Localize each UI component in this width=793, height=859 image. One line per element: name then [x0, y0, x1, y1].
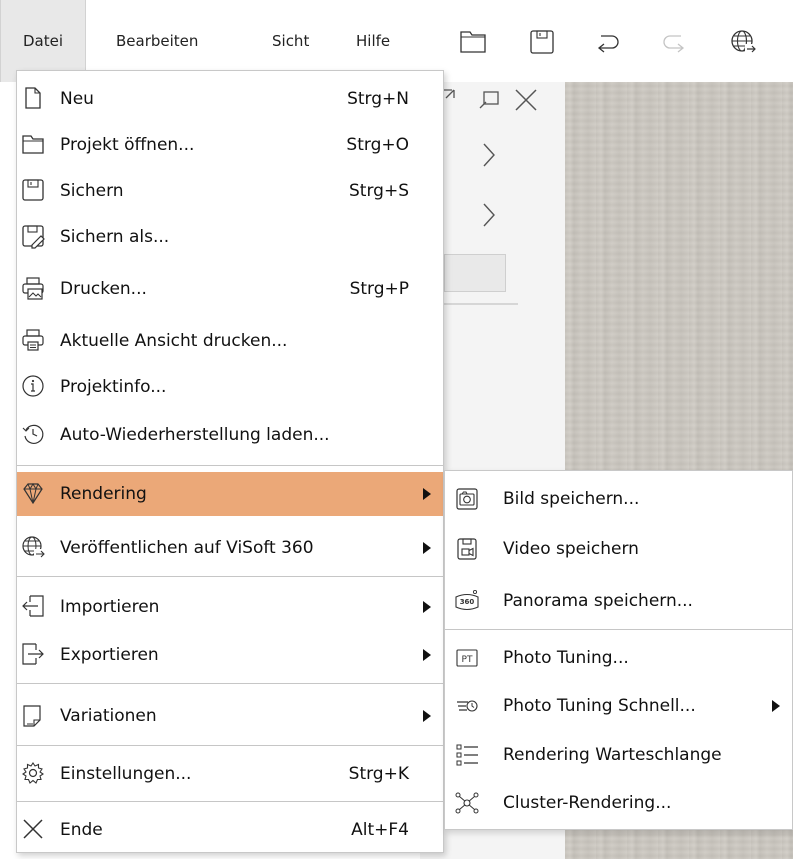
new-document-icon — [19, 84, 47, 112]
menu-item-sichern[interactable]: Sichern Strg+S — [17, 169, 443, 213]
submenu-arrow-icon — [423, 601, 431, 613]
menu-item-variationen[interactable]: Variationen — [17, 694, 443, 738]
menu-item-projektinfo[interactable]: Projektinfo... — [17, 365, 443, 409]
background-field — [444, 254, 506, 292]
submenu-item-panorama-speichern[interactable]: 360 Panorama speichern... — [445, 579, 792, 623]
quick-tuning-icon — [453, 692, 481, 720]
menu-item-aktuelle-ansicht-drucken[interactable]: Aktuelle Ansicht drucken... — [17, 319, 443, 363]
redo-icon[interactable] — [660, 27, 690, 57]
menu-item-rendering[interactable]: Rendering — [17, 472, 443, 516]
menu-item-label: Neu — [60, 89, 94, 109]
menu-item-label: Aktuelle Ansicht drucken... — [60, 331, 288, 351]
file-menu: Neu Strg+N Projekt öffnen... Strg+O Sich… — [16, 70, 444, 853]
open-folder-icon[interactable] — [458, 27, 488, 57]
menu-item-sichern-als[interactable]: Sichern als... — [17, 215, 443, 259]
menu-item-label: Auto-Wiederherstellung laden... — [60, 425, 330, 445]
menu-item-projekt-oeffnen[interactable]: Projekt öffnen... Strg+O — [17, 123, 443, 167]
camera-icon — [453, 485, 481, 513]
submenu-item-label: Video speichern — [503, 539, 639, 559]
globe-share-icon[interactable] — [728, 27, 758, 57]
menu-item-label: Sichern — [60, 181, 124, 201]
undo-icon[interactable] — [592, 27, 622, 57]
menu-item-label: Einstellungen... — [60, 764, 192, 784]
submenu-item-label: Rendering Warteschlange — [503, 745, 722, 765]
menu-item-shortcut: Strg+K — [348, 764, 409, 784]
menu-separator — [17, 745, 443, 746]
menu-item-importieren[interactable]: Importieren — [17, 585, 443, 629]
menu-item-veroeffentlichen[interactable]: Veröffentlichen auf ViSoft 360 — [17, 526, 443, 570]
svg-text:PT: PT — [462, 655, 473, 665]
submenu-arrow-icon — [772, 700, 780, 712]
menu-separator — [17, 576, 443, 577]
menu-item-shortcut: Strg+O — [346, 135, 409, 155]
submenu-item-label: Cluster-Rendering... — [503, 793, 672, 813]
submenu-item-photo-tuning-schnell[interactable]: Photo Tuning Schnell... — [445, 684, 792, 728]
submenu-item-cluster-rendering[interactable]: Cluster-Rendering... — [445, 781, 792, 825]
menu-item-label: Ende — [60, 820, 103, 840]
menu-item-label: Projektinfo... — [60, 377, 167, 397]
submenu-arrow-icon — [423, 710, 431, 722]
submenu-item-video-speichern[interactable]: Video speichern — [445, 527, 792, 571]
menu-item-shortcut: Strg+P — [349, 279, 409, 299]
menu-separator — [17, 683, 443, 684]
menu-item-label: Importieren — [60, 597, 160, 617]
cluster-icon — [453, 789, 481, 817]
menu-separator — [17, 465, 443, 466]
submenu-item-label: Photo Tuning... — [503, 648, 629, 668]
rendering-submenu: Bild speichern... Video speichern 360 Pa… — [444, 470, 793, 830]
printer-icon — [19, 326, 47, 354]
video-save-icon — [453, 535, 481, 563]
variations-icon — [19, 701, 47, 729]
menu-item-label: Variationen — [60, 706, 157, 726]
photo-tuning-icon: PT — [453, 644, 481, 672]
menu-item-auto-wiederherstellung[interactable]: Auto-Wiederherstellung laden... — [17, 413, 443, 457]
background-divider — [436, 303, 518, 305]
submenu-item-label: Bild speichern... — [503, 489, 640, 509]
menu-item-label: Rendering — [60, 484, 147, 504]
submenu-item-bild-speichern[interactable]: Bild speichern... — [445, 477, 792, 521]
info-icon — [19, 372, 47, 400]
background-window-buttons — [440, 84, 560, 114]
menu-item-label: Sichern als... — [60, 227, 170, 247]
print-image-icon — [19, 274, 47, 302]
submenu-separator — [445, 629, 792, 630]
save-icon[interactable] — [527, 27, 557, 57]
menu-item-label: Drucken... — [60, 279, 147, 299]
import-icon — [19, 592, 47, 620]
submenu-arrow-icon — [423, 488, 431, 500]
background-chevron-icon — [478, 200, 498, 230]
export-icon — [19, 640, 47, 668]
save-icon — [19, 176, 47, 204]
svg-text:360: 360 — [460, 598, 475, 606]
background-chevron-icon — [478, 140, 498, 170]
menu-item-label: Projekt öffnen... — [60, 135, 195, 155]
submenu-item-label: Panorama speichern... — [503, 591, 693, 611]
menu-item-exportieren[interactable]: Exportieren — [17, 633, 443, 677]
menu-item-shortcut: Strg+S — [349, 181, 409, 201]
menu-item-drucken[interactable]: Drucken... Strg+P — [17, 267, 443, 311]
queue-list-icon — [453, 741, 481, 769]
restore-icon — [19, 420, 47, 448]
save-as-icon — [19, 222, 47, 250]
menu-item-label: Exportieren — [60, 645, 159, 665]
submenu-item-photo-tuning[interactable]: PT Photo Tuning... — [445, 636, 792, 680]
menu-separator — [17, 801, 443, 802]
globe-share-icon — [19, 533, 47, 561]
close-icon — [19, 815, 47, 843]
menu-item-label: Veröffentlichen auf ViSoft 360 — [60, 538, 314, 558]
submenu-item-rendering-warteschlange[interactable]: Rendering Warteschlange — [445, 733, 792, 777]
submenu-arrow-icon — [423, 649, 431, 661]
menu-item-shortcut: Strg+N — [347, 89, 409, 109]
open-folder-icon — [19, 130, 47, 158]
submenu-item-label: Photo Tuning Schnell... — [503, 696, 696, 716]
menu-item-einstellungen[interactable]: Einstellungen... Strg+K — [17, 752, 443, 796]
submenu-arrow-icon — [423, 542, 431, 554]
menu-item-neu[interactable]: Neu Strg+N — [17, 77, 443, 121]
gear-icon — [19, 759, 47, 787]
diamond-icon — [19, 479, 47, 507]
menu-item-shortcut: Alt+F4 — [351, 820, 409, 840]
menu-item-ende[interactable]: Ende Alt+F4 — [17, 808, 443, 852]
panorama-360-icon: 360 — [453, 587, 481, 615]
